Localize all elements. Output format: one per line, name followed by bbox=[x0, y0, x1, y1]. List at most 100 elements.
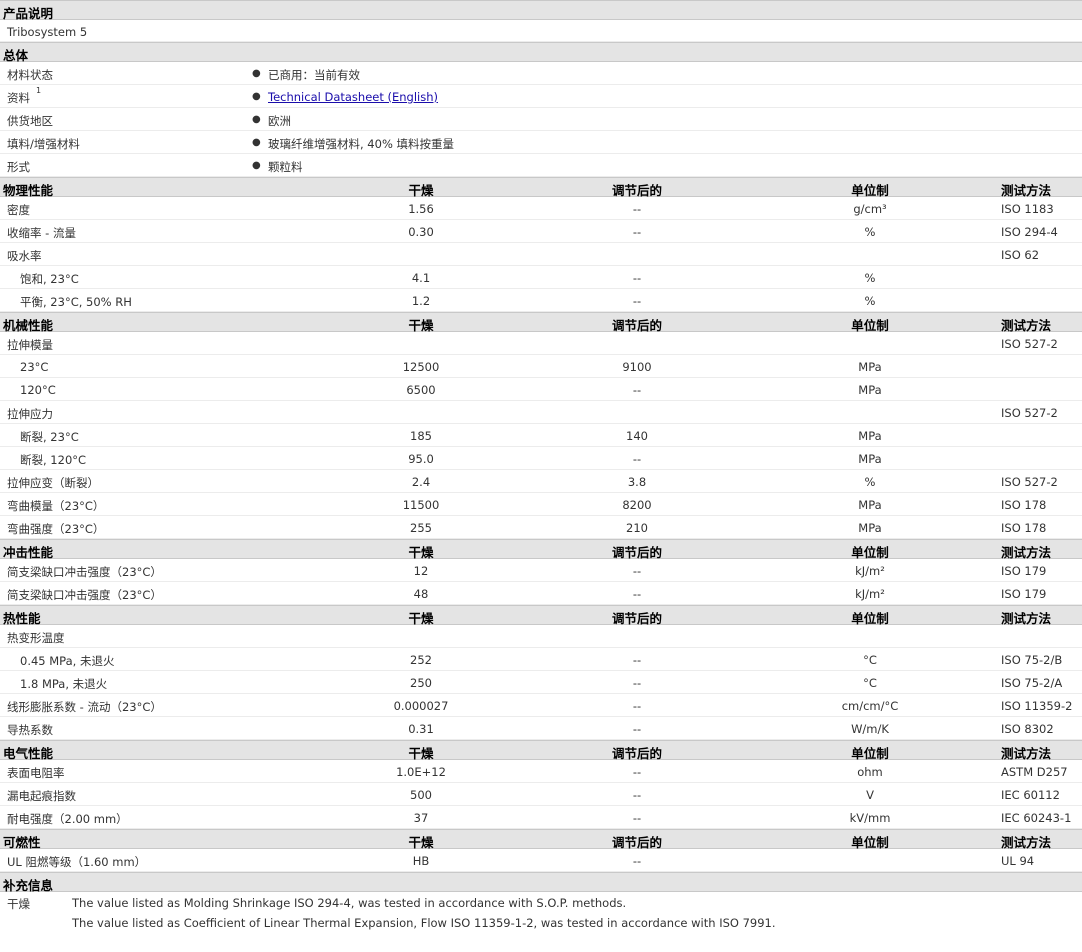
test-method: ISO 179 bbox=[1001, 587, 1047, 601]
value-dry: 48 bbox=[413, 587, 429, 601]
supplemental-notes: 干燥 The value listed as Molding Shrinkage… bbox=[0, 892, 1082, 952]
value-conditioned: -- bbox=[632, 225, 642, 239]
unit: % bbox=[864, 225, 876, 239]
unit: MPa bbox=[858, 452, 882, 466]
property-row: 弯曲强度（23°C） 255 210 MPa ISO 178 bbox=[0, 516, 1082, 539]
property-row: 线形膨胀系数 - 流动（23°C） 0.000027 -- cm/cm/°C ISO 1… bbox=[0, 694, 1082, 717]
bullet-icon: ● bbox=[252, 160, 261, 171]
value-conditioned: -- bbox=[632, 788, 642, 802]
property-row: 收缩率 - 流量 0.30 --% ISO 294-4 bbox=[0, 220, 1082, 243]
value-conditioned: 9100 bbox=[622, 360, 652, 374]
value-dry: 12500 bbox=[402, 360, 440, 374]
bullet-icon: ● bbox=[252, 137, 261, 148]
bullet-icon: ● bbox=[252, 68, 261, 79]
unit: ohm bbox=[857, 765, 883, 779]
property-label: 断裂, 23°C bbox=[20, 430, 79, 444]
property-row: 简支梁缺口冲击强度（23°C） 12 -- kJ/m² ISO 179 bbox=[0, 559, 1082, 582]
note-2: The value listed as Coefficient of Linea… bbox=[72, 916, 776, 930]
value-conditioned: -- bbox=[632, 676, 642, 690]
section-header-supplemental: 补充信息 bbox=[0, 872, 1082, 893]
unit: MPa bbox=[858, 429, 882, 443]
test-method: ISO 178 bbox=[1001, 521, 1047, 535]
value-conditioned: 140 bbox=[626, 429, 648, 443]
property-label: 简支梁缺口冲击强度（23°C） bbox=[7, 588, 162, 602]
value-dry: 252 bbox=[410, 653, 432, 667]
value-dry: 11500 bbox=[402, 498, 440, 512]
value-dry: 255 bbox=[410, 521, 432, 535]
property-row: 吸水率 ISO 62 bbox=[0, 243, 1082, 266]
value-conditioned: -- bbox=[632, 202, 642, 216]
test-method: ISO 75-2/B bbox=[1001, 653, 1063, 667]
product-name: Tribosystem 5 bbox=[7, 25, 88, 39]
property-label: 弯曲模量（23°C） bbox=[7, 499, 105, 513]
unit: °C bbox=[863, 653, 877, 667]
value-conditioned: 3.8 bbox=[627, 475, 647, 489]
value-dry: 250 bbox=[410, 676, 432, 690]
unit: MPa bbox=[858, 383, 882, 397]
test-method: ISO 527-2 bbox=[1001, 337, 1058, 351]
unit: kJ/m² bbox=[855, 587, 885, 601]
property-label: 密度 bbox=[7, 203, 30, 217]
property-label: 23°C bbox=[20, 360, 49, 374]
general-value: 颗粒料 bbox=[268, 160, 303, 174]
value-conditioned: -- bbox=[632, 699, 642, 713]
property-label: 吸水率 bbox=[7, 249, 42, 263]
value-conditioned: -- bbox=[632, 564, 642, 578]
property-label: 0.45 MPa, 未退火 bbox=[20, 654, 115, 668]
section-header-product: 产品说明 bbox=[0, 0, 1082, 21]
general-row: 供货地区 ● 欧洲 bbox=[0, 108, 1082, 131]
test-method: IEC 60112 bbox=[1001, 788, 1060, 802]
unit: kJ/m² bbox=[855, 564, 885, 578]
value-conditioned: -- bbox=[632, 383, 642, 397]
value-dry: 4.1 bbox=[411, 271, 431, 285]
value-dry: 0.31 bbox=[408, 722, 434, 736]
unit: °C bbox=[863, 676, 877, 690]
datasheet-link[interactable]: Technical Datasheet (English) bbox=[268, 90, 438, 104]
property-row: 简支梁缺口冲击强度（23°C） 48 -- kJ/m² ISO 179 bbox=[0, 582, 1082, 605]
value-conditioned: -- bbox=[632, 452, 642, 466]
value-dry: 6500 bbox=[406, 383, 436, 397]
property-row: 饱和, 23°C 4.1 --% bbox=[0, 266, 1082, 289]
unit: MPa bbox=[858, 360, 882, 374]
unit: % bbox=[864, 271, 876, 285]
value-dry: HB bbox=[412, 854, 430, 868]
property-label: 线形膨胀系数 - 流动（23°C） bbox=[7, 700, 162, 714]
note-1: The value listed as Molding Shrinkage IS… bbox=[72, 896, 627, 910]
value-conditioned: -- bbox=[632, 587, 642, 601]
property-label: UL 阻燃等级（1.60 mm） bbox=[7, 855, 147, 869]
value-dry: 37 bbox=[413, 811, 429, 825]
test-method: ISO 294-4 bbox=[1001, 225, 1058, 239]
general-row: 资料 1 ● Technical Datasheet (English) bbox=[0, 85, 1082, 108]
property-row: 密度 1.56 -- g/cm³ ISO 1183 bbox=[0, 197, 1082, 220]
property-label: 漏电起痕指数 bbox=[7, 789, 76, 803]
property-row: 导热系数 0.31 -- W/m/K ISO 8302 bbox=[0, 717, 1082, 740]
test-method: ISO 75-2/A bbox=[1001, 676, 1063, 690]
datasheet: 产品说明 Tribosystem 5 总体 材料状态 ● 已商用：当前有效 资料 1 ● T… bbox=[0, 0, 1082, 952]
general-row: 材料状态 ● 已商用：当前有效 bbox=[0, 62, 1082, 85]
test-method: ASTM D257 bbox=[1001, 765, 1068, 779]
test-method: ISO 11359-2 bbox=[1001, 699, 1073, 713]
property-row: 平衡, 23°C, 50% RH 1.2 --% bbox=[0, 289, 1082, 312]
test-method: ISO 8302 bbox=[1001, 722, 1054, 736]
value-conditioned: 210 bbox=[626, 521, 648, 535]
value-dry: 500 bbox=[410, 788, 432, 802]
value-conditioned: -- bbox=[632, 722, 642, 736]
general-label: 形式 bbox=[7, 160, 30, 174]
test-method: ISO 179 bbox=[1001, 564, 1047, 578]
unit: W/m/K bbox=[851, 722, 889, 736]
value-dry: 0.000027 bbox=[393, 699, 449, 713]
unit: cm/cm/°C bbox=[841, 699, 899, 713]
property-row: 耐电强度（2.00 mm） 37 -- kV/mm IEC 60243-1 bbox=[0, 806, 1082, 829]
general-row: 形式 ● 颗粒料 bbox=[0, 154, 1082, 177]
section-header-thermal: 热性能 干燥 调节后的 单位制 测试方法 bbox=[0, 605, 1082, 626]
property-label: 平衡, 23°C, 50% RH bbox=[20, 295, 132, 309]
value-dry: 1.56 bbox=[408, 202, 434, 216]
property-row: 120°C 6500 -- MPa bbox=[0, 378, 1082, 401]
value-conditioned: -- bbox=[632, 294, 642, 308]
property-row: 拉伸应力 ISO 527-2 bbox=[0, 401, 1082, 424]
section-header-mechanical: 机械性能 干燥 调节后的 单位制 测试方法 bbox=[0, 312, 1082, 333]
general-value: 已商用：当前有效 bbox=[268, 68, 360, 82]
value-dry: 185 bbox=[410, 429, 432, 443]
property-label: 饱和, 23°C bbox=[20, 272, 79, 286]
value-conditioned: -- bbox=[632, 765, 642, 779]
